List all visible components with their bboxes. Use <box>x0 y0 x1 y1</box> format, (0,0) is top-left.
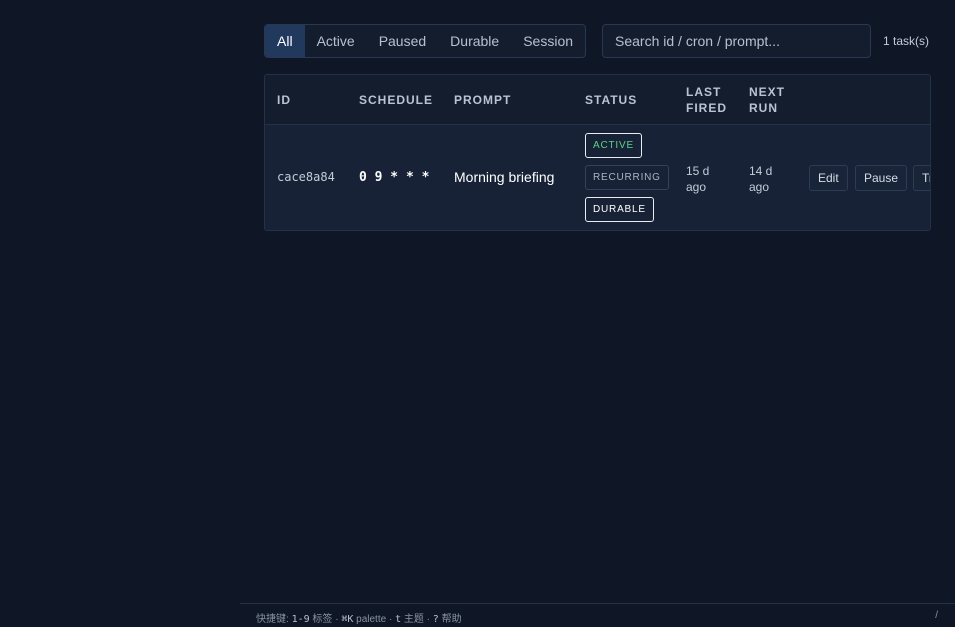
header-next-run: NEXT RUN <box>749 84 785 116</box>
shortcut-hints: 快捷键: 1-9 标签 · ⌘K palette · t 主题 · ? 帮助 <box>256 610 462 625</box>
header-last-fired-line1: LAST <box>686 85 722 99</box>
table-header: ID SCHEDULE PROMPT STATUS LAST FIRED NEX… <box>265 75 930 125</box>
filter-tabs: All Active Paused Durable Session <box>264 24 587 58</box>
status-badge-durable: DURABLE <box>585 197 654 222</box>
header-next-run-line2: RUN <box>749 101 778 115</box>
shortcut-desc-tabs: 标签 <box>312 614 333 625</box>
shortcut-separator: · <box>335 614 339 625</box>
shortcut-key-tabs: 1-9 <box>291 614 310 625</box>
header-next-run-line1: NEXT <box>749 85 786 99</box>
shortcut-key-help: ? <box>432 614 439 625</box>
tab-paused[interactable]: Paused <box>367 25 438 57</box>
header-last-fired-line2: FIRED <box>686 101 727 115</box>
header-status: STATUS <box>585 93 638 107</box>
shortcut-separator: · <box>426 614 431 625</box>
shortcut-desc-palette: palette <box>356 614 387 625</box>
pause-button[interactable]: Pause <box>855 165 908 191</box>
shortcut-footer: 快捷键: 1-9 标签 · ⌘K palette · t 主题 · ? 帮助 / <box>240 603 955 627</box>
footer-slash: / <box>935 610 938 621</box>
shortcut-key-theme: t <box>395 614 402 625</box>
shortcut-key-palette: ⌘K <box>341 614 354 625</box>
shortcut-label: 快捷键: <box>256 614 289 625</box>
task-prompt: Morning briefing <box>454 169 555 185</box>
task-next-run: 14 d ago <box>749 164 773 194</box>
trigger-button[interactable]: Tr <box>913 165 930 191</box>
status-badge-recurring: RECURRING <box>585 165 669 190</box>
tab-durable[interactable]: Durable <box>438 25 511 57</box>
header-schedule: SCHEDULE <box>359 93 434 107</box>
tab-all[interactable]: All <box>265 25 305 57</box>
scheduled-tasks-app: All Active Paused Durable Session 1 task… <box>0 0 955 627</box>
task-count: 1 task(s) <box>883 34 930 48</box>
header-id: ID <box>277 93 291 107</box>
tasks-table: ID SCHEDULE PROMPT STATUS LAST FIRED NEX… <box>264 74 931 231</box>
table-row: cace8a84 0 9 * * * Morning briefing ACTI… <box>265 125 930 230</box>
header-last-fired: LAST FIRED <box>686 84 727 116</box>
tab-session[interactable]: Session <box>511 25 585 57</box>
shortcut-desc-theme: 主题 <box>403 614 424 625</box>
task-id: cace8a84 <box>277 170 335 184</box>
status-badge-active: ACTIVE <box>585 133 642 158</box>
shortcut-separator: · <box>388 614 393 625</box>
search-input[interactable] <box>602 24 871 58</box>
task-schedule: 0 9 * * * <box>359 170 430 185</box>
shortcut-desc-help: 帮助 <box>441 614 462 625</box>
edit-button[interactable]: Edit <box>809 165 848 191</box>
tab-active[interactable]: Active <box>305 25 367 57</box>
header-prompt: PROMPT <box>454 93 512 107</box>
task-last-fired: 15 d ago <box>686 164 710 194</box>
